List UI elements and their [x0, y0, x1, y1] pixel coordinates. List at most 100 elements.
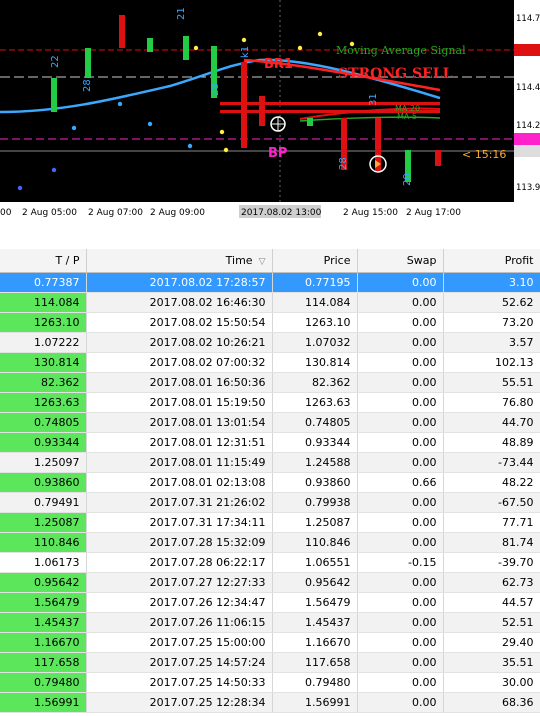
table-row[interactable]: 1263.10 2017.08.02 15:50:54 1263.10 0.00 73.…	[0, 312, 540, 333]
indicator-dot	[241, 37, 247, 43]
time-label: 2017.08.02 13:00	[241, 208, 322, 218]
cell-profit: 3.10	[443, 272, 540, 293]
cell-profit: 102.13	[443, 352, 540, 373]
table-row[interactable]: 117.658 2017.07.25 14:57:24 117.658 0.00 35.…	[0, 652, 540, 673]
column-header-profit[interactable]: Profit	[443, 249, 540, 273]
table-row[interactable]: 0.95642 2017.07.27 12:27:33 0.95642 0.00 62.…	[0, 572, 540, 593]
table-row[interactable]: 1.45437 2017.07.26 11:06:15 1.45437 0.00 52.…	[0, 612, 540, 633]
candle	[183, 36, 189, 60]
cell-swap: -0.15	[357, 552, 444, 573]
cell-swap: 0.00	[357, 352, 444, 373]
indicator-dot	[17, 185, 23, 191]
cell-profit: 76.80	[443, 392, 540, 413]
table-row[interactable]: 1.25097 2017.08.01 11:15:49 1.24588 0.00 -73…	[0, 452, 540, 473]
cell-time: 2017.08.02 15:50:54	[86, 312, 273, 333]
table-row[interactable]: 1.25087 2017.07.31 17:34:11 1.25087 0.00 77.…	[0, 512, 540, 533]
cell-time: 2017.08.02 07:00:32	[86, 352, 273, 373]
cell-tp: 0.79491	[0, 492, 87, 513]
price-label: 114.2	[516, 121, 540, 131]
table-header-row: T / P Time ▽ Price Swap Profit	[0, 249, 540, 273]
cell-tp: 1.25097	[0, 452, 87, 473]
cell-swap: 0.66	[357, 472, 444, 493]
br-label: BR1	[264, 57, 293, 72]
cell-profit: 73.20	[443, 312, 540, 333]
cell-profit: 44.57	[443, 592, 540, 613]
price-chart[interactable]: Moving Average Signal STRONG SELL BR1 BP…	[0, 0, 540, 225]
cell-swap: 0.00	[357, 592, 444, 613]
signal-text: STRONG SELL	[338, 66, 453, 82]
cell-profit: 48.89	[443, 432, 540, 453]
table-row[interactable]: 1.16670 2017.07.25 15:00:00 1.16670 0.00 29.…	[0, 632, 540, 653]
chart-plot-area[interactable]	[0, 0, 514, 202]
trade-history-table[interactable]: T / P Time ▽ Price Swap Profit 0.77387 201…	[0, 249, 540, 716]
price-axis	[514, 0, 540, 202]
cell-tp: 1263.63	[0, 392, 87, 413]
table-row[interactable]: 1.56991 2017.07.25 12:28:34 1.56991 0.00 68.…	[0, 692, 540, 713]
cell-swap: 0.00	[357, 292, 444, 313]
bar-number: 21	[176, 7, 187, 20]
cell-time: 2017.08.01 15:19:50	[86, 392, 273, 413]
indicator-dot	[71, 125, 77, 131]
indicator-dot	[297, 45, 303, 51]
cell-price: 1263.63	[272, 392, 358, 413]
table-row[interactable]: 130.814 2017.08.02 07:00:32 130.814 0.00 102…	[0, 352, 540, 373]
table-row[interactable]: 0.74805 2017.08.01 13:01:54 0.74805 0.00 44.…	[0, 412, 540, 433]
cell-swap: 0.00	[357, 532, 444, 553]
cell-profit: -39.70	[443, 552, 540, 573]
table-row[interactable]: 1.06173 2017.07.28 06:22:17 1.06551 -0.15 -3…	[0, 552, 540, 573]
cell-profit: 35.51	[443, 652, 540, 673]
cell-swap: 0.00	[357, 412, 444, 433]
cell-time: 2017.07.31 21:26:02	[86, 492, 273, 513]
cell-price: 0.95642	[272, 572, 358, 593]
bar-number: 20	[402, 173, 413, 186]
bar-number: 28	[338, 157, 349, 170]
candle	[119, 15, 125, 48]
cell-tp: 130.814	[0, 352, 87, 373]
cell-tp: 0.77387	[0, 272, 87, 293]
cell-swap: 0.00	[357, 432, 444, 453]
table-row[interactable]: 82.362 2017.08.01 16:50:36 82.362 0.00 55.51	[0, 372, 540, 393]
cell-tp: 1.06173	[0, 552, 87, 573]
table-row[interactable]: 0.79480 2017.07.25 14:50:33 0.79480 0.00 30.…	[0, 672, 540, 693]
bid-price-tag	[514, 133, 540, 145]
cell-profit: 77.71	[443, 512, 540, 533]
cell-tp: 0.93860	[0, 472, 87, 493]
cell-tp: 117.658	[0, 652, 87, 673]
cell-price: 1.07032	[272, 332, 358, 353]
countdown-label: < 15:16	[462, 148, 506, 161]
table-row[interactable]: 1.07222 2017.08.02 10:26:21 1.07032 0.00 3.5…	[0, 332, 540, 353]
indicator-dot	[223, 147, 229, 153]
cell-tp: 0.79480	[0, 672, 87, 693]
cell-profit: -73.44	[443, 452, 540, 473]
table-row[interactable]: 0.93344 2017.08.01 12:31:51 0.93344 0.00 48.…	[0, 432, 540, 453]
time-label: 2 Aug 15:00	[343, 208, 398, 218]
cell-profit: 81.74	[443, 532, 540, 553]
indicator-dot	[193, 45, 199, 51]
sort-descending-icon: ▽	[258, 257, 266, 267]
cell-tp: 0.74805	[0, 412, 87, 433]
table-row[interactable]: 1263.63 2017.08.01 15:19:50 1263.63 0.00 76.…	[0, 392, 540, 413]
cell-tp: 1.07222	[0, 332, 87, 353]
cell-time: 2017.08.01 12:31:51	[86, 432, 273, 453]
column-header-time[interactable]: Time ▽	[86, 249, 273, 273]
table-row[interactable]: 0.93860 2017.08.01 02:13:08 0.93860 0.66 48.…	[0, 472, 540, 493]
cell-tp: 0.95642	[0, 572, 87, 593]
table-row[interactable]: 1.56479 2017.07.26 12:34:47 1.56479 0.00 44.…	[0, 592, 540, 613]
table-row[interactable]: 0.79491 2017.07.31 21:26:02 0.79938 0.00 -67…	[0, 492, 540, 513]
table-row[interactable]: 0.77387 2017.08.02 17:28:57 0.77195 0.00 3.1…	[0, 272, 540, 293]
candle	[241, 62, 247, 148]
cell-price: 0.93860	[272, 472, 358, 493]
time-label: 2 Aug 07:00	[88, 208, 143, 218]
cell-price: 1.16670	[272, 632, 358, 653]
cell-time: 2017.07.28 15:32:09	[86, 532, 273, 553]
table-row[interactable]: 110.846 2017.07.28 15:32:09 110.846 0.00 81.…	[0, 532, 540, 553]
table-row[interactable]: 114.084 2017.08.02 16:46:30 114.084 0.00 52.…	[0, 292, 540, 313]
cell-profit: 55.51	[443, 372, 540, 393]
indicator-dot	[147, 121, 153, 127]
cell-price: 0.79938	[272, 492, 358, 513]
cell-tp: 114.084	[0, 292, 87, 313]
column-header-tp[interactable]: T / P	[0, 249, 87, 273]
cell-time: 2017.07.26 12:34:47	[86, 592, 273, 613]
column-header-price[interactable]: Price	[272, 249, 358, 273]
column-header-swap[interactable]: Swap	[357, 249, 444, 273]
